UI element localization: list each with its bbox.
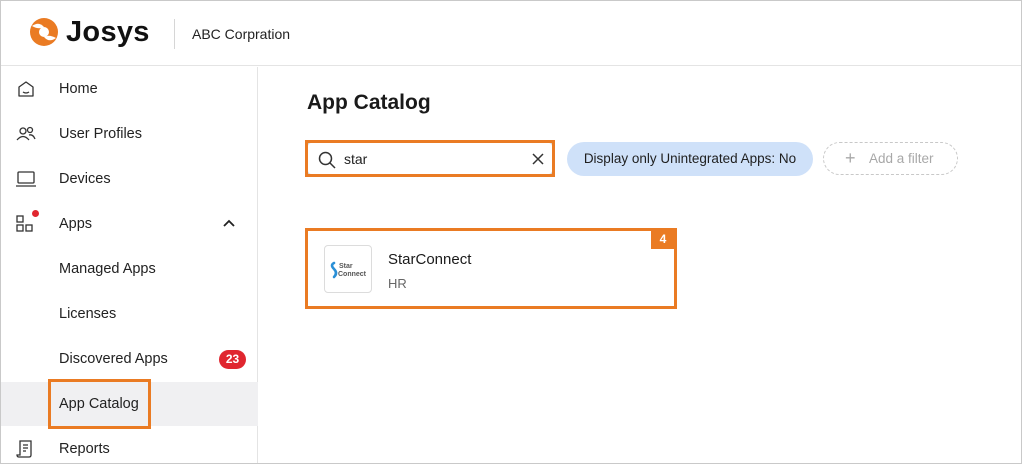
sidebar-item-reports[interactable]: Reports bbox=[1, 427, 258, 464]
search-highlight bbox=[305, 140, 555, 177]
josys-logo-icon bbox=[30, 18, 58, 46]
report-icon bbox=[16, 440, 32, 458]
add-filter-button[interactable]: + Add a filter bbox=[823, 142, 958, 175]
sidebar-item-label: User Profiles bbox=[59, 126, 142, 142]
sidebar-item-licenses[interactable]: Licenses bbox=[1, 292, 258, 336]
sidebar-item-home[interactable]: Home bbox=[1, 67, 258, 111]
organization-name: ABC Corpration bbox=[192, 26, 291, 42]
page-title: App Catalog bbox=[307, 91, 431, 114]
sidebar-item-label: Discovered Apps bbox=[59, 351, 168, 367]
app-card-highlight bbox=[305, 228, 677, 309]
sidebar-item-label: Home bbox=[59, 81, 98, 97]
sidebar-item-apps[interactable]: Apps bbox=[1, 202, 258, 246]
unintegrated-apps-filter-chip[interactable]: Display only Unintegrated Apps: No bbox=[567, 142, 813, 176]
sidebar-item-managed-apps[interactable]: Managed Apps bbox=[1, 247, 258, 291]
sidebar-item-label: Reports bbox=[59, 441, 110, 457]
sidebar-item-discovered-apps[interactable]: Discovered Apps 23 bbox=[1, 337, 258, 381]
chevron-up-icon[interactable] bbox=[221, 216, 237, 232]
sidebar-item-label: Managed Apps bbox=[59, 261, 156, 277]
sidebar-item-label: Licenses bbox=[59, 306, 117, 322]
sidebar-item-devices[interactable]: Devices bbox=[1, 157, 258, 201]
sidebar-item-label: Apps bbox=[59, 216, 93, 232]
top-header: Josys ABC Corpration bbox=[1, 1, 1021, 66]
discovered-apps-count-badge: 23 bbox=[219, 350, 246, 369]
add-filter-label: Add a filter bbox=[869, 151, 934, 166]
plus-icon: + bbox=[845, 148, 856, 168]
josys-logo[interactable]: Josys bbox=[29, 15, 150, 49]
home-icon bbox=[18, 81, 34, 97]
step-number-tag: 4 bbox=[651, 230, 675, 249]
sidebar-item-user-profiles[interactable]: User Profiles bbox=[1, 112, 258, 156]
sidebar-item-label: Devices bbox=[59, 171, 111, 187]
users-icon bbox=[16, 126, 36, 141]
app-catalog-highlight bbox=[48, 379, 151, 429]
header-divider bbox=[174, 19, 175, 49]
laptop-icon bbox=[16, 171, 36, 187]
notification-dot bbox=[32, 210, 39, 217]
logo-text: Josys bbox=[66, 16, 150, 48]
